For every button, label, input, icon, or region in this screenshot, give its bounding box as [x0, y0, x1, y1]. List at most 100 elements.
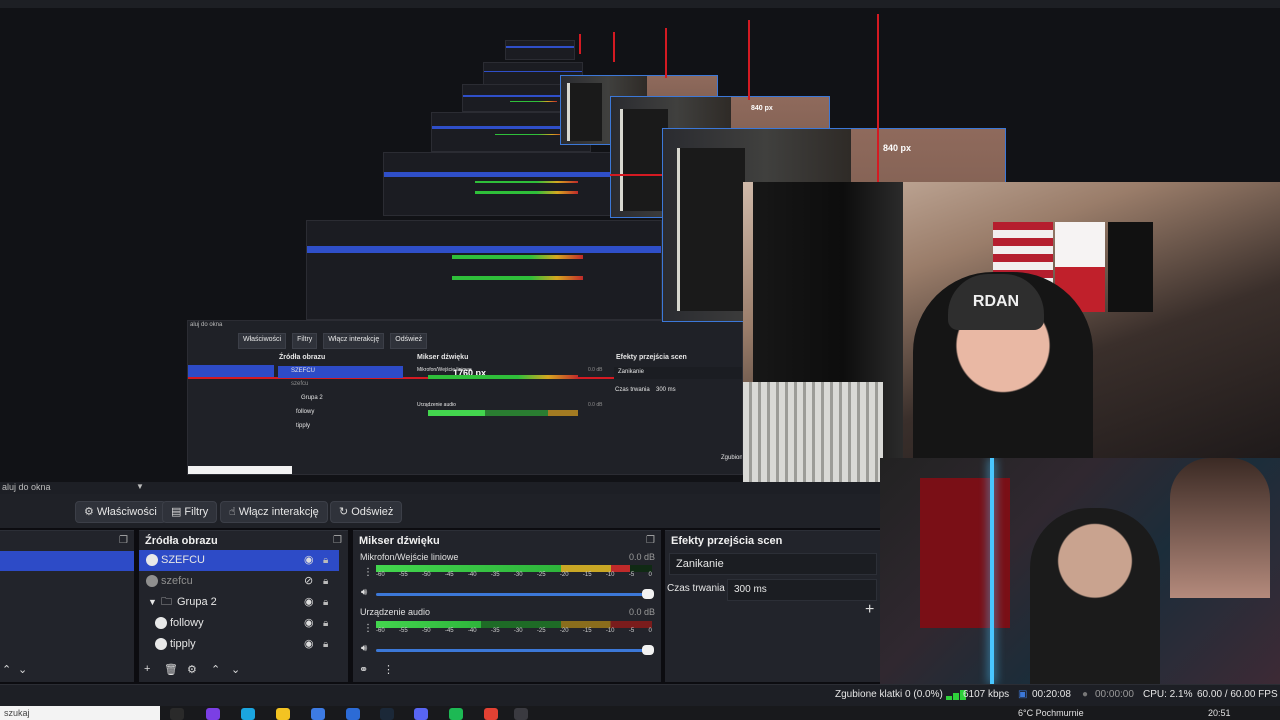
source-item[interactable]: followy ◉ 🔒︎	[139, 613, 339, 634]
undock-icon[interactable]: ❐	[646, 531, 655, 551]
channel-name: Mikrofon/Wejście liniowe	[360, 552, 459, 562]
source-item[interactable]: tipply ◉ 🔒︎	[139, 634, 339, 655]
mixer-title: Mikser dźwięku	[359, 535, 440, 547]
chevron-down-icon[interactable]: ▼	[136, 482, 144, 491]
radiator	[743, 382, 883, 482]
meter-tick: -30	[513, 572, 523, 578]
meter-tick: -20	[559, 572, 569, 578]
more-options-icon[interactable]: ⋮	[363, 567, 373, 578]
nested-interact-button: Włącz interakcję	[323, 333, 385, 349]
lock-icon[interactable]: 🔒︎	[323, 571, 328, 592]
meter-tick: -5	[628, 572, 635, 578]
filters-button[interactable]: ▤ Filtry	[162, 501, 218, 523]
meter-tick: -60	[376, 628, 385, 634]
live-time: 00:20:08	[1032, 689, 1071, 700]
gear-icon[interactable]: ⚙	[187, 663, 197, 676]
lock-icon[interactable]: 🔒︎	[323, 613, 328, 634]
mixer-header: Mikser dźwięku ❐	[353, 531, 661, 551]
nested-source-5: tipply	[296, 423, 311, 429]
more-options-icon[interactable]: ⋮	[383, 663, 394, 676]
filters-label: Filtry	[184, 506, 209, 518]
trash-icon[interactable]: 🗑︎	[164, 663, 178, 676]
eye-icon[interactable]: ◉	[304, 592, 314, 613]
discord-icon[interactable]	[414, 708, 428, 720]
meter-tick: 0	[648, 628, 652, 634]
scenes-header: ❐	[0, 531, 134, 551]
add-icon[interactable]: +	[144, 663, 150, 675]
meter-tick: -40	[467, 572, 477, 578]
clock[interactable]: 20:51	[1208, 706, 1231, 720]
source-group[interactable]: ▼ 🗀 Grupa 2 ◉ 🔒︎	[139, 592, 339, 613]
move-down-icon[interactable]: ⌄	[18, 663, 27, 676]
eye-icon[interactable]: ◉	[304, 550, 314, 571]
source-item[interactable]: SZEFCU ◉ 🔒︎	[139, 550, 339, 571]
volume-slider[interactable]	[376, 589, 654, 599]
duration-label: Czas trwania	[667, 583, 725, 594]
store-icon[interactable]	[311, 708, 325, 720]
folder-icon[interactable]	[276, 708, 290, 720]
sources-toolbar: + 🗑︎ ⚙ ⌃ ⌄	[139, 660, 348, 682]
scene-item-selected[interactable]	[0, 551, 134, 571]
duration-input[interactable]: 300 ms	[727, 579, 877, 601]
meter-scale: -60 -55 -50 -45 -40 -35 -30 -25 -20 -15 -10 -5 0	[376, 628, 652, 636]
speaker-icon[interactable]: 🔊︎	[361, 587, 367, 598]
meter-tick: -50	[421, 628, 431, 634]
nested-meter-2	[428, 410, 578, 416]
taskbar-search[interactable]: szukaj	[0, 706, 160, 720]
sources-title: Źródła obrazu	[145, 535, 218, 547]
chrome-icon[interactable]	[484, 708, 498, 720]
refresh-button[interactable]: ↻ Odśwież	[330, 501, 403, 523]
status-bar: Zgubione klatki 0 (0.0%) 6107 kbps ▣ 00:…	[0, 684, 1280, 706]
transitions-title: Efekty przejścia scen	[671, 535, 783, 547]
slider-handle[interactable]	[642, 589, 654, 599]
source-item[interactable]: szefcu ⊘ 🔒︎	[139, 571, 339, 592]
eye-icon[interactable]: ◉	[304, 634, 314, 655]
lock-icon[interactable]: 🔒︎	[323, 592, 328, 613]
nested-sources-header: Źródła obrazu	[279, 354, 326, 361]
nested-transition-name: Zanikanie	[618, 369, 645, 375]
webcam-second	[880, 458, 1280, 684]
transition-select[interactable]: Zanikanie	[669, 553, 877, 575]
spotify-icon[interactable]	[449, 708, 463, 720]
meter-tick: 0	[648, 572, 652, 578]
lock-icon[interactable]: 🔒︎	[323, 550, 328, 571]
stream-icon: ▣	[1018, 689, 1028, 700]
obs-icon[interactable]	[514, 708, 528, 720]
channel-db: 0.0 dB	[628, 552, 655, 562]
mail-icon[interactable]	[346, 708, 360, 720]
properties-label: Właściwości	[96, 506, 157, 518]
steam-icon[interactable]	[380, 708, 394, 720]
transitions-header: Efekty przejścia scen	[665, 531, 880, 551]
nested-source-3: Grupa 2	[301, 395, 323, 401]
guide-line-4	[613, 32, 615, 62]
interact-label: Włącz interakcję	[238, 506, 319, 518]
interact-button[interactable]: ☝ Włącz interakcję	[220, 501, 328, 523]
nested-properties-button: Właściwości	[238, 333, 287, 349]
chevron-down-icon[interactable]: ▼	[148, 592, 157, 613]
slider-handle[interactable]	[642, 645, 654, 655]
weather-widget[interactable]: 6°C Pochmurnie	[1018, 706, 1084, 720]
meter-tick: -20	[559, 628, 569, 634]
move-down-icon[interactable]: ⌄	[231, 663, 240, 676]
task-view-icon[interactable]	[170, 708, 184, 720]
bitrate: 6107 kbps	[963, 689, 1010, 700]
edge-icon[interactable]	[241, 708, 255, 720]
eye-hidden-icon[interactable]: ⊘	[304, 571, 313, 592]
undock-icon[interactable]: ❐	[333, 531, 342, 551]
volume-slider[interactable]	[376, 645, 654, 655]
nested-duration-label: Czas trwania	[615, 387, 650, 393]
nested-mixer-db2: 0.0 dB	[588, 402, 603, 408]
meter-tick: -15	[582, 628, 592, 634]
scale-to-window-label: aluj do okna	[2, 482, 51, 492]
undock-icon[interactable]: ❐	[119, 531, 128, 551]
copilot-icon[interactable]	[206, 708, 220, 720]
link-icon[interactable]: ⚭	[359, 663, 368, 676]
move-up-icon[interactable]: ⌃	[2, 663, 11, 676]
properties-button[interactable]: ⚙ Właściwości	[75, 501, 166, 523]
lock-icon[interactable]: 🔒︎	[323, 634, 328, 655]
add-icon[interactable]: +	[865, 601, 874, 619]
more-options-icon[interactable]: ⋮	[363, 623, 373, 634]
move-up-icon[interactable]: ⌃	[211, 663, 220, 676]
eye-icon[interactable]: ◉	[304, 613, 314, 634]
speaker-icon[interactable]: 🔊︎	[361, 643, 367, 654]
